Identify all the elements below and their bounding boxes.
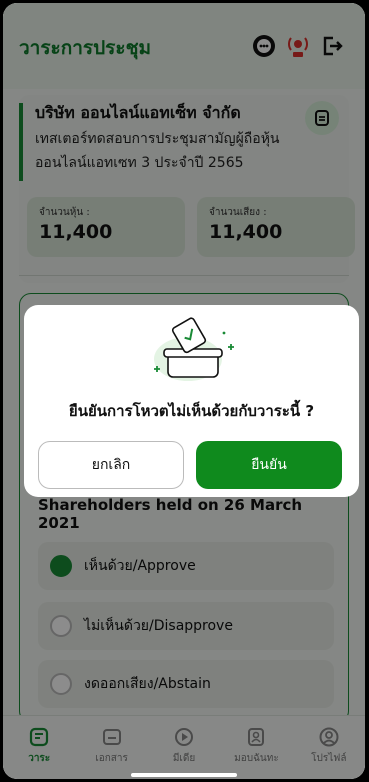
confirm-question: ยืนยันการโหวตไม่เห็นด้วยกับวาระนี้ ? xyxy=(68,402,315,420)
cancel-button[interactable]: ยกเลิก xyxy=(38,441,184,489)
confirm-dialog: ยืนยันการโหวตไม่เห็นด้วยกับวาระนี้ ? ยกเ… xyxy=(24,305,359,497)
ballot-box-icon xyxy=(142,313,242,385)
home-indicator xyxy=(131,773,237,777)
app-screen: วาระการประชุม บริษัท ออนไลน์แอทเซ็ท จำกั… xyxy=(3,3,365,779)
confirm-button[interactable]: ยืนยัน xyxy=(196,441,342,489)
